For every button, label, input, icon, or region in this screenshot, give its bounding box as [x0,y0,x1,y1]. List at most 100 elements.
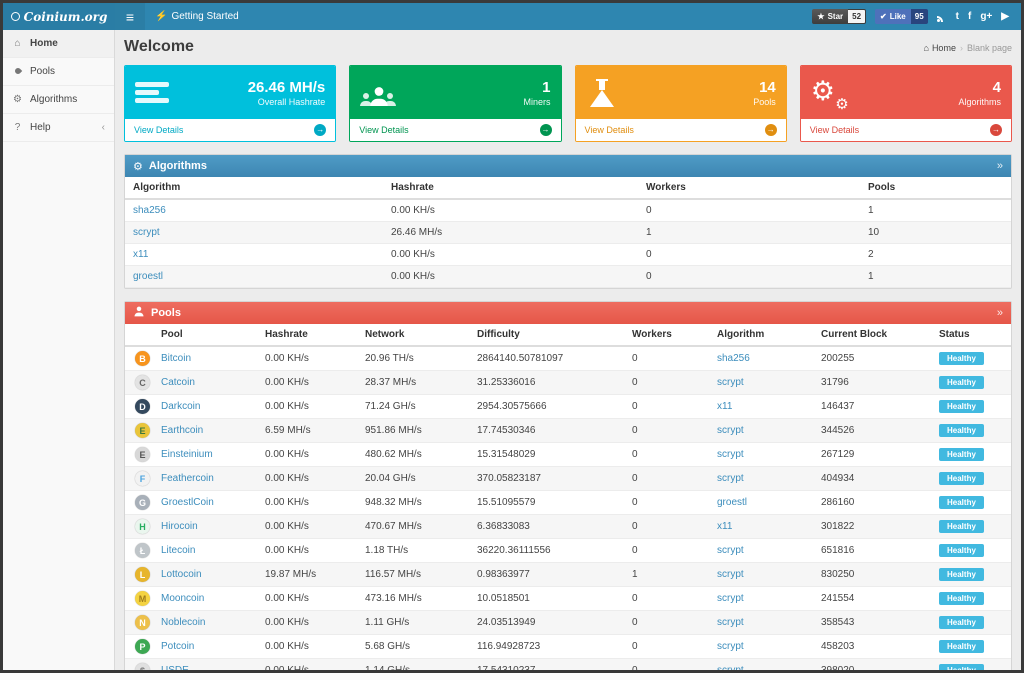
github-star-button[interactable]: ★ Star 52 [812,9,867,24]
pool-row: F Feathercoin 0.00 KH/s 20.04 GH/s 370.0… [125,466,1011,491]
stat-value: 14 [759,78,776,96]
sidebar-item-label: Pools [30,66,56,77]
pool-algorithm-link[interactable]: scrypt [717,569,744,580]
pool-algorithm-link[interactable]: scrypt [717,473,744,484]
status-badge: Healthy [939,616,984,629]
pool-name-link[interactable]: Potcoin [161,641,194,652]
sidebar-item-algorithms[interactable]: ⚙ Algorithms [3,86,114,114]
view-details-link[interactable]: View Details [125,119,336,141]
pool-name-link[interactable]: Litecoin [161,545,195,556]
pool-difficulty: 6.36833083 [469,514,624,539]
algorithm-link[interactable]: sha256 [133,205,166,216]
algorithms-panel: ⚙ Algorithms » Algorithm Hashrate Worker… [124,154,1012,289]
home-icon: ⌂ [923,43,929,53]
breadcrumb-current: Blank page [966,43,1012,53]
collapse-chevron-icon[interactable]: » [997,307,1003,319]
collapse-chevron-icon[interactable]: » [997,160,1003,172]
pool-algorithm-link[interactable]: groestl [717,497,747,508]
pool-name-link[interactable]: Bitcoin [161,353,191,364]
col-algorithm: Algorithm [709,324,813,347]
pool-algorithm-link[interactable]: scrypt [717,641,744,652]
brand-coin-icon [10,12,20,21]
brand-logo[interactable]: Coinium.org [3,3,115,30]
col-workers: Workers [624,324,709,347]
rss-icon[interactable] [936,12,947,22]
col-current-block: Current Block [813,324,931,347]
coin-icon: M [135,591,150,606]
star-icon: ★ [817,12,825,21]
pool-algorithm-link[interactable]: x11 [717,521,732,532]
google-plus-icon[interactable]: g+ [980,11,992,22]
sidebar-item-help[interactable]: ? Help ‹ [3,114,114,142]
status-badge: Healthy [939,544,984,557]
pool-algorithm-link[interactable]: scrypt [717,665,744,670]
stat-cards-row: 26.46 MH/s Overall Hashrate View Details [124,65,1012,142]
pools-table: Pool Hashrate Network Difficulty Workers… [125,324,1011,670]
pool-name-link[interactable]: Earthcoin [161,425,203,436]
pool-name-link[interactable]: Einsteinium [161,449,213,460]
algorithms-panel-header: ⚙ Algorithms » [125,155,1011,177]
gear-icon: ⚙ [13,94,22,105]
getting-started-link[interactable]: ⚡ Getting Started [145,3,249,30]
coin-icon: E [135,423,150,438]
view-details-link[interactable]: View Details [350,119,561,141]
twitter-icon[interactable]: t [956,11,959,22]
sidebar-toggle-button[interactable]: ≡ [115,3,145,30]
sidebar-item-pools[interactable]: Pools [3,58,114,86]
breadcrumb: ⌂ Home › Blank page [924,43,1013,53]
algorithm-workers: 1 [638,221,860,244]
pool-hashrate: 0.00 KH/s [257,490,357,515]
pool-row: G GroestlCoin 0.00 KH/s 948.32 MH/s 15.5… [125,490,1011,515]
pool-algorithm-link[interactable]: scrypt [717,377,744,388]
algorithms-panel-title: Algorithms [148,160,207,172]
algorithm-link[interactable]: scrypt [133,227,160,238]
app-window: Coinium.org ≡ ⚡ Getting Started ★ Star 5… [0,0,1024,673]
coin-icon: F [135,471,150,486]
sidebar-item-home[interactable]: ⌂ Home [3,30,114,58]
view-details-link[interactable]: View Details [800,119,1011,141]
view-details-link[interactable]: View Details [575,119,786,141]
pool-hashrate: 0.00 KH/s [257,586,357,611]
pool-algorithm-link[interactable]: x11 [717,401,732,412]
pool-name-link[interactable]: Catcoin [161,377,195,388]
pool-workers: 0 [624,610,709,635]
algorithm-workers: 0 [638,243,860,266]
pool-name-link[interactable]: Noblecoin [161,617,205,628]
facebook-like-button[interactable]: ✔ Like 95 [875,9,928,24]
view-details-label: View Details [584,125,634,135]
coin-icon: G [135,495,150,510]
pool-name-link[interactable]: Darkcoin [161,401,200,412]
pool-name-link[interactable]: GroestlCoin [161,497,214,508]
youtube-icon[interactable]: ▶ [1001,11,1009,22]
pool-name-link[interactable]: Hirocoin [161,521,198,532]
coin-icon: Ł [135,543,150,558]
pool-row: L Lottocoin 19.87 MH/s 116.57 MH/s 0.983… [125,562,1011,587]
pool-algorithm-link[interactable]: scrypt [717,425,744,436]
status-badge: Healthy [939,472,984,485]
breadcrumb-home-link[interactable]: ⌂ Home [924,43,956,53]
algorithm-link[interactable]: x11 [133,249,148,260]
pool-network: 1.11 GH/s [357,610,469,635]
pool-network: 71.24 GH/s [357,394,469,419]
pool-row: H Hirocoin 0.00 KH/s 470.67 MH/s 6.36833… [125,514,1011,539]
pool-workers: 0 [624,538,709,563]
algorithm-link[interactable]: groestl [133,271,163,282]
pools-table-body: B Bitcoin 0.00 KH/s 20.96 TH/s 2864140.5… [125,346,1011,670]
pool-algorithm-link[interactable]: scrypt [717,545,744,556]
pool-algorithm-link[interactable]: scrypt [717,593,744,604]
pool-algorithm-link[interactable]: scrypt [717,449,744,460]
pool-algorithm-link[interactable]: sha256 [717,353,750,364]
pool-row: $ USDE 0.00 KH/s 1.14 GH/s 17.54310237 0… [125,658,1011,670]
stat-label: Miners [523,96,551,107]
pool-name-link[interactable]: Mooncoin [161,593,204,604]
pool-name-link[interactable]: USDE [161,665,189,670]
content-header: Welcome ⌂ Home › Blank page [124,38,1012,56]
pool-name-link[interactable]: Lottocoin [161,569,202,580]
facebook-icon[interactable]: f [968,11,971,22]
algorithm-pools: 1 [860,265,1011,288]
pool-row: D Darkcoin 0.00 KH/s 71.24 GH/s 2954.305… [125,394,1011,419]
pool-algorithm-link[interactable]: scrypt [717,617,744,628]
pool-name-link[interactable]: Feathercoin [161,473,214,484]
pool-network: 20.04 GH/s [357,466,469,491]
sidebar-item-label: Help [30,122,51,133]
